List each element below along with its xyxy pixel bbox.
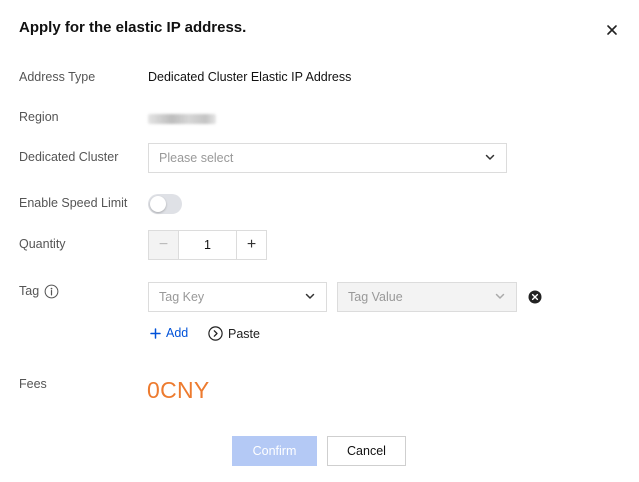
chevron-down-icon bbox=[495, 293, 505, 299]
quantity-increment-button[interactable]: + bbox=[236, 231, 266, 259]
chevron-down-icon bbox=[305, 293, 315, 299]
chevron-down-icon bbox=[485, 154, 495, 160]
add-tag-label: Add bbox=[166, 326, 189, 340]
cancel-button[interactable]: Cancel bbox=[327, 436, 406, 466]
chevron-right-circle-icon bbox=[208, 326, 223, 341]
quantity-stepper: − 1 + bbox=[148, 230, 267, 260]
close-icon[interactable] bbox=[604, 22, 620, 38]
dedicated-cluster-placeholder: Please select bbox=[159, 151, 234, 165]
quantity-label: Quantity bbox=[19, 237, 66, 251]
toggle-knob bbox=[150, 196, 166, 212]
dialog-title: Apply for the elastic IP address. bbox=[19, 19, 247, 36]
dedicated-cluster-select[interactable]: Please select bbox=[148, 143, 507, 173]
paste-tag-label: Paste bbox=[228, 326, 260, 341]
address-type-value: Dedicated Cluster Elastic IP Address bbox=[148, 70, 352, 84]
quantity-input[interactable]: 1 bbox=[179, 231, 236, 259]
speed-limit-toggle[interactable] bbox=[148, 194, 182, 214]
region-value-obscured bbox=[148, 114, 216, 124]
apply-eip-dialog: Apply for the elastic IP address. Addres… bbox=[0, 0, 639, 482]
fees-label: Fees bbox=[19, 377, 47, 391]
region-label: Region bbox=[19, 110, 59, 124]
paste-tag-button[interactable]: Paste bbox=[208, 326, 260, 341]
speed-limit-label: Enable Speed Limit bbox=[19, 196, 128, 210]
add-tag-button[interactable]: Add bbox=[150, 326, 188, 340]
confirm-button[interactable]: Confirm bbox=[232, 436, 317, 466]
quantity-decrement-button[interactable]: − bbox=[149, 231, 179, 259]
tag-key-select[interactable]: Tag Key bbox=[148, 282, 327, 312]
plus-icon bbox=[150, 327, 161, 339]
tag-value-select: Tag Value bbox=[337, 282, 517, 312]
info-icon[interactable] bbox=[44, 284, 59, 299]
address-type-label: Address Type bbox=[19, 70, 96, 84]
fees-value: 0CNY bbox=[147, 377, 210, 403]
remove-tag-icon[interactable] bbox=[528, 290, 542, 304]
tag-label: Tag bbox=[19, 284, 40, 298]
tag-value-placeholder: Tag Value bbox=[348, 290, 403, 304]
dedicated-cluster-label: Dedicated Cluster bbox=[19, 150, 119, 164]
tag-key-placeholder: Tag Key bbox=[159, 290, 205, 304]
